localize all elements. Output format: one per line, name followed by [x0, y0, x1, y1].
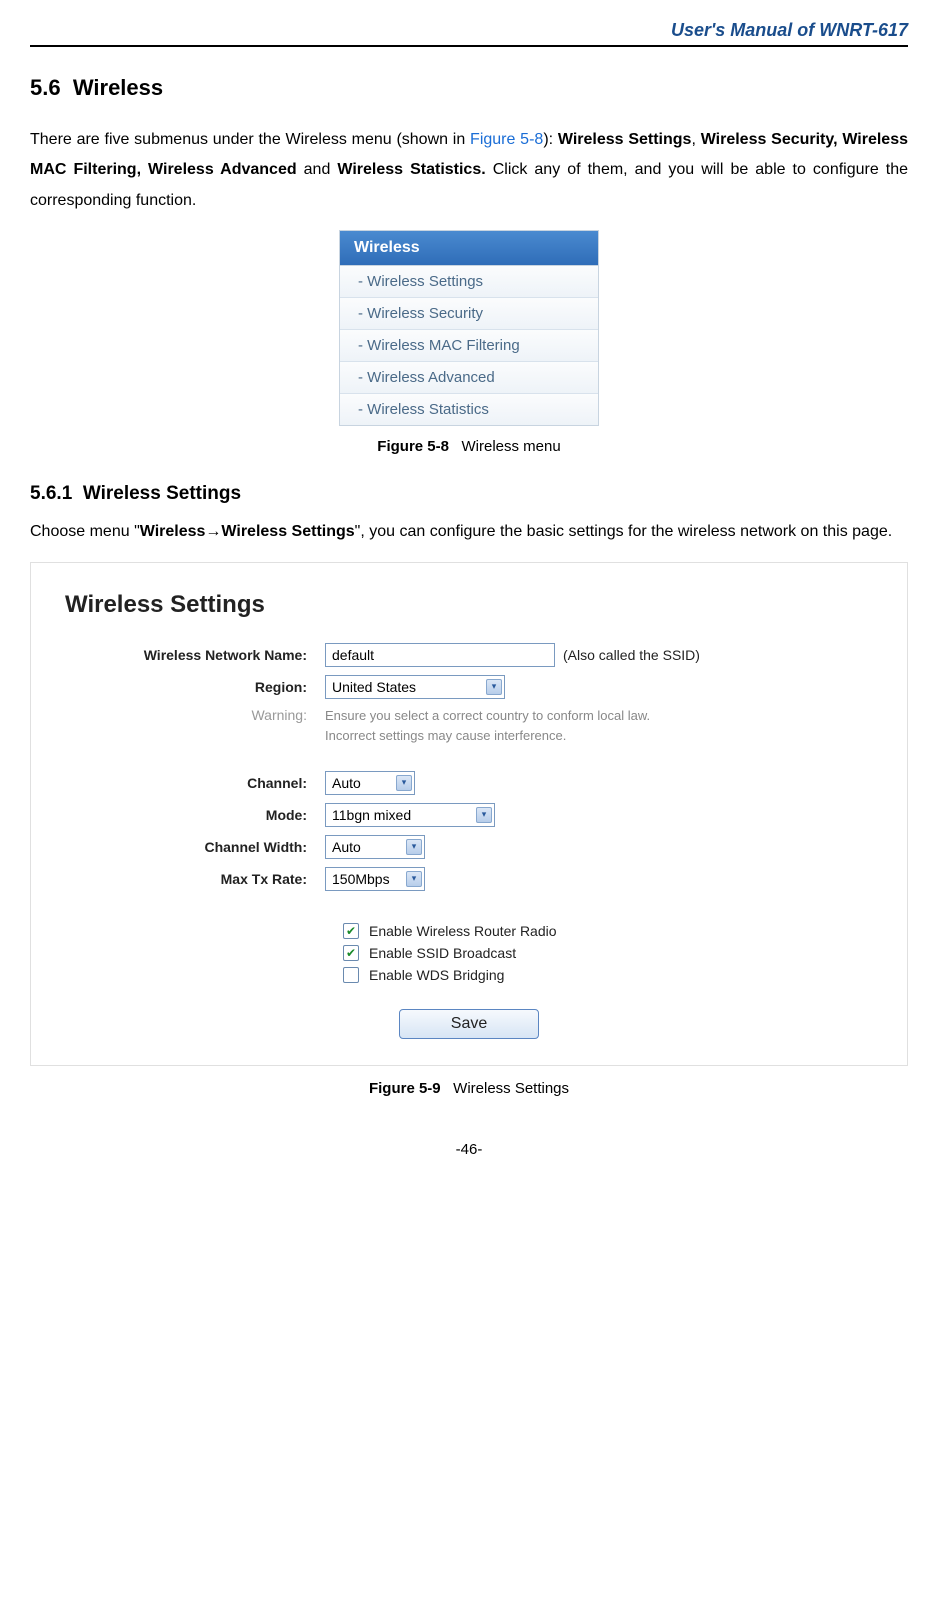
- row-tx-rate: Max Tx Rate: 150Mbps ▾: [65, 867, 873, 891]
- select-tx-rate[interactable]: 150Mbps ▾: [325, 867, 425, 891]
- label-network-name: Wireless Network Name:: [65, 647, 325, 663]
- figure-text: Wireless Settings: [453, 1080, 569, 1097]
- intro-paragraph: There are five submenus under the Wirele…: [30, 125, 908, 216]
- row-enable-wds: Enable WDS Bridging: [343, 967, 873, 983]
- section-title: Wireless: [73, 75, 163, 100]
- select-mode[interactable]: 11bgn mixed ▾: [325, 803, 495, 827]
- text: ", you can configure the basic settings …: [355, 523, 893, 540]
- chevron-down-icon: ▾: [406, 839, 422, 855]
- row-mode: Mode: 11bgn mixed ▾: [65, 803, 873, 827]
- figure-xref[interactable]: Figure 5-8: [470, 131, 543, 148]
- subsection-paragraph: Choose menu "Wireless→Wireless Settings"…: [30, 517, 908, 547]
- text: Wireless→Wireless Settings: [140, 523, 355, 540]
- row-network-name: Wireless Network Name: default (Also cal…: [65, 643, 873, 667]
- select-region[interactable]: United States ▾: [325, 675, 505, 699]
- label-mode: Mode:: [65, 807, 325, 823]
- menu-item-security[interactable]: - Wireless Security: [340, 298, 598, 330]
- label-enable-wds: Enable WDS Bridging: [369, 967, 504, 983]
- row-region: Region: United States ▾: [65, 675, 873, 699]
- select-channel-width[interactable]: Auto ▾: [325, 835, 425, 859]
- figure-menu: Wireless - Wireless Settings - Wireless …: [30, 230, 908, 426]
- subsection-number: 5.6.1: [30, 483, 72, 504]
- figure-caption-2: Figure 5-9 Wireless Settings: [30, 1080, 908, 1097]
- subsection-heading: 5.6.1 Wireless Settings: [30, 483, 908, 505]
- text: ):: [543, 131, 558, 148]
- text: and: [297, 161, 338, 178]
- checkbox-enable-ssid[interactable]: ✔: [343, 945, 359, 961]
- row-warning: Warning: Ensure you select a correct cou…: [65, 707, 873, 745]
- text: Wireless Settings: [558, 131, 692, 148]
- select-mode-value: 11bgn mixed: [332, 807, 411, 823]
- warning-line2: Incorrect settings may cause interferenc…: [325, 727, 566, 745]
- menu-item-statistics[interactable]: - Wireless Statistics: [340, 394, 598, 425]
- row-enable-ssid: ✔ Enable SSID Broadcast: [343, 945, 873, 961]
- label-tx-rate: Max Tx Rate:: [65, 871, 325, 887]
- menu-header[interactable]: Wireless: [340, 231, 598, 266]
- figure-text: Wireless menu: [462, 438, 561, 455]
- text: Choose menu ": [30, 523, 140, 540]
- chevron-down-icon: ▾: [396, 775, 412, 791]
- input-network-name[interactable]: default: [325, 643, 555, 667]
- label-warning: Warning:: [65, 707, 325, 723]
- ssid-hint: (Also called the SSID): [563, 647, 700, 663]
- label-region: Region:: [65, 679, 325, 695]
- label-channel-width: Channel Width:: [65, 839, 325, 855]
- row-enable-radio: ✔ Enable Wireless Router Radio: [343, 923, 873, 939]
- section-heading: 5.6 Wireless: [30, 75, 908, 101]
- subsection-title: Wireless Settings: [83, 483, 241, 504]
- wireless-menu: Wireless - Wireless Settings - Wireless …: [339, 230, 599, 426]
- label-channel: Channel:: [65, 775, 325, 791]
- menu-item-advanced[interactable]: - Wireless Advanced: [340, 362, 598, 394]
- chevron-down-icon: ▾: [406, 871, 422, 887]
- figure-caption-1: Figure 5-8 Wireless menu: [30, 438, 908, 455]
- figure-label: Figure 5-8: [377, 438, 449, 455]
- wireless-settings-panel: Wireless Settings Wireless Network Name:…: [30, 562, 908, 1066]
- warning-line1: Ensure you select a correct country to c…: [325, 707, 650, 725]
- text: There are five submenus under the Wirele…: [30, 131, 470, 148]
- section-number: 5.6: [30, 75, 61, 100]
- text: Wireless Statistics.: [337, 161, 485, 178]
- menu-item-settings[interactable]: - Wireless Settings: [340, 266, 598, 298]
- checkbox-enable-wds[interactable]: [343, 967, 359, 983]
- select-channel[interactable]: Auto ▾: [325, 771, 415, 795]
- running-header: User's Manual of WNRT-617: [30, 20, 908, 47]
- text: ,: [691, 131, 700, 148]
- row-channel: Channel: Auto ▾: [65, 771, 873, 795]
- save-button[interactable]: Save: [399, 1009, 539, 1039]
- select-tx-value: 150Mbps: [332, 871, 390, 887]
- label-enable-ssid: Enable SSID Broadcast: [369, 945, 516, 961]
- page-number: -46-: [30, 1141, 908, 1158]
- select-channel-value: Auto: [332, 775, 361, 791]
- select-region-value: United States: [332, 679, 416, 695]
- checkbox-enable-radio[interactable]: ✔: [343, 923, 359, 939]
- label-enable-radio: Enable Wireless Router Radio: [369, 923, 557, 939]
- menu-item-mac-filtering[interactable]: - Wireless MAC Filtering: [340, 330, 598, 362]
- chevron-down-icon: ▾: [476, 807, 492, 823]
- chevron-down-icon: ▾: [486, 679, 502, 695]
- select-cw-value: Auto: [332, 839, 361, 855]
- panel-title: Wireless Settings: [65, 591, 873, 619]
- figure-label: Figure 5-9: [369, 1080, 441, 1097]
- row-channel-width: Channel Width: Auto ▾: [65, 835, 873, 859]
